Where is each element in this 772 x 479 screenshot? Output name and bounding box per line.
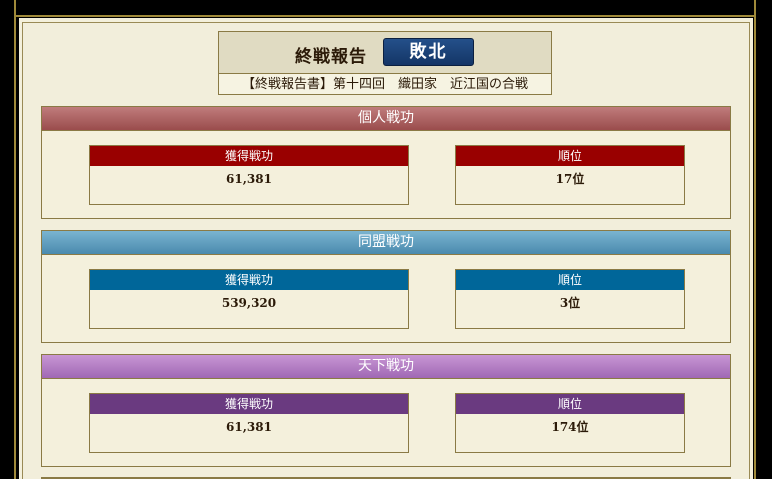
realm-rank-value: 174位 (551, 420, 589, 434)
alliance-merit-value: 539,320 (221, 296, 277, 310)
alliance-merit-label: 獲得戦功 (90, 270, 408, 290)
report-title: 終戦報告 (295, 47, 367, 67)
report-header: 終戦報告 敗北 【終戦報告書】第十四回 織田家 近江国の合戦 (218, 31, 552, 95)
frame-border-top (16, 15, 754, 17)
realm-rank-label: 順位 (456, 394, 684, 414)
section-alliance: 同盟戦功 獲得戦功 539,320 順位 3位 (41, 230, 731, 343)
alliance-rank-box: 順位 3位 (455, 269, 685, 329)
section-alliance-title: 同盟戦功 (42, 231, 730, 255)
realm-merit-value: 61,381 (226, 420, 272, 434)
section-personal: 個人戦功 獲得戦功 61,381 順位 17位 (41, 106, 731, 219)
realm-merit-label: 獲得戦功 (90, 394, 408, 414)
frame-border-right (754, 0, 756, 479)
realm-merit-box: 獲得戦功 61,381 (89, 393, 409, 453)
personal-rank-label: 順位 (456, 146, 684, 166)
personal-merit-value: 61,381 (226, 172, 272, 186)
result-badge: 敗北 (383, 38, 474, 66)
report-header-top: 終戦報告 敗北 (219, 32, 551, 74)
personal-rank-box: 順位 17位 (455, 145, 685, 205)
section-realm: 天下戦功 獲得戦功 61,381 順位 174位 (41, 354, 731, 467)
alliance-merit-box: 獲得戦功 539,320 (89, 269, 409, 329)
personal-rank-value: 17位 (555, 172, 585, 186)
section-personal-title: 個人戦功 (42, 107, 730, 131)
personal-merit-label: 獲得戦功 (90, 146, 408, 166)
realm-rank-box: 順位 174位 (455, 393, 685, 453)
personal-merit-box: 獲得戦功 61,381 (89, 145, 409, 205)
alliance-rank-label: 順位 (456, 270, 684, 290)
alliance-rank-value: 3位 (559, 296, 581, 310)
frame-border-left (14, 0, 16, 479)
section-realm-title: 天下戦功 (42, 355, 730, 379)
report-subtitle: 【終戦報告書】第十四回 織田家 近江国の合戦 (241, 77, 528, 92)
